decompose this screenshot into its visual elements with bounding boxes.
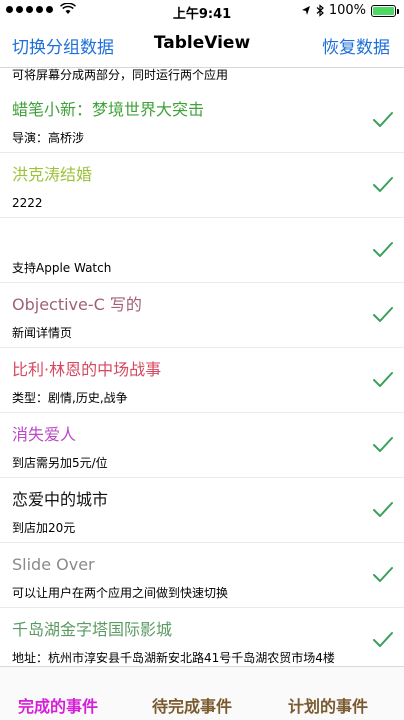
table-row[interactable]: 蜡笔小新：梦境世界大突击导演：高桥涉 bbox=[0, 88, 404, 153]
checkmark-icon bbox=[373, 112, 393, 127]
checkmark-icon bbox=[373, 567, 393, 582]
table-row[interactable]: 千岛湖金字塔国际影城地址：杭州市淳安县千岛湖新安北路41号千岛湖农贸市场4楼 bbox=[0, 608, 404, 666]
bluetooth-icon bbox=[316, 4, 324, 17]
partial-row-text: 可将屏幕分成两部分，同时运行两个应用 bbox=[12, 68, 229, 82]
row-subtitle: 支持Apple Watch bbox=[12, 261, 112, 275]
checkmark-icon bbox=[373, 177, 393, 192]
checkmark-icon bbox=[373, 632, 393, 647]
tab-completed[interactable]: 完成的事件 bbox=[18, 693, 98, 717]
table-view[interactable]: 可将屏幕分成两部分，同时运行两个应用 蜡笔小新：梦境世界大突击导演：高桥涉洪克涛… bbox=[0, 68, 404, 666]
table-row[interactable]: 比利·林恩的中场战事类型：剧情,历史,战争 bbox=[0, 348, 404, 413]
location-arrow-icon bbox=[301, 6, 310, 15]
row-title: 千岛湖金字塔国际影城 bbox=[12, 620, 173, 639]
row-title: 比利·林恩的中场战事 bbox=[12, 360, 162, 379]
row-title: Slide Over bbox=[12, 555, 95, 574]
battery-percentage: 100% bbox=[328, 3, 366, 18]
row-subtitle: 2222 bbox=[12, 196, 43, 210]
row-subtitle: 新闻详情页 bbox=[12, 326, 73, 340]
row-subtitle: 到店加20元 bbox=[12, 521, 76, 535]
table-row[interactable]: 恋爱中的城市到店加20元 bbox=[0, 478, 404, 543]
table-row[interactable]: 洪克涛结婚 2222 bbox=[0, 153, 404, 218]
navigation-bar: 切换分组数据 TableView 恢复数据 bbox=[0, 22, 404, 68]
row-title: 蜡笔小新：梦境世界大突击 bbox=[12, 100, 205, 119]
row-title: 恋爱中的城市 bbox=[12, 490, 109, 509]
status-bar: 上午9:41 100% bbox=[0, 0, 404, 22]
checkmark-icon bbox=[373, 437, 393, 452]
checkmark-icon bbox=[373, 372, 393, 387]
battery-icon bbox=[371, 4, 399, 17]
tab-planned[interactable]: 计划的事件 bbox=[288, 693, 368, 717]
table-row[interactable]: Slide Over 可以让用户在两个应用之间做到快速切换 bbox=[0, 543, 404, 608]
row-subtitle: 导演：高桥涉 bbox=[12, 131, 85, 145]
table-row[interactable]: 消失爱人到店需另加5元/位 bbox=[0, 413, 404, 478]
row-subtitle: 可以让用户在两个应用之间做到快速切换 bbox=[12, 586, 229, 600]
checkmark-icon bbox=[373, 242, 393, 257]
row-subtitle: 到店需另加5元/位 bbox=[12, 456, 108, 470]
row-subtitle: 地址：杭州市淳安县千岛湖新安北路41号千岛湖农贸市场4楼 bbox=[12, 651, 335, 665]
tab-bar: 完成的事件 待完成事件 计划的事件 bbox=[0, 666, 404, 720]
checkmark-icon bbox=[373, 502, 393, 517]
tab-pending[interactable]: 待完成事件 bbox=[152, 693, 232, 717]
table-row[interactable]: Objective-C 写的新闻详情页 bbox=[0, 283, 404, 348]
status-right: 100% bbox=[301, 3, 399, 18]
table-row[interactable]: 支持Apple Watch bbox=[0, 218, 404, 283]
restore-data-button[interactable]: 恢复数据 bbox=[322, 33, 390, 58]
row-title: 洪克涛结婚 bbox=[12, 165, 93, 184]
row-title: 消失爱人 bbox=[12, 425, 77, 444]
row-subtitle: 类型：剧情,历史,战争 bbox=[12, 391, 128, 405]
checkmark-icon bbox=[373, 307, 393, 322]
row-title: Objective-C 写的 bbox=[12, 295, 142, 314]
